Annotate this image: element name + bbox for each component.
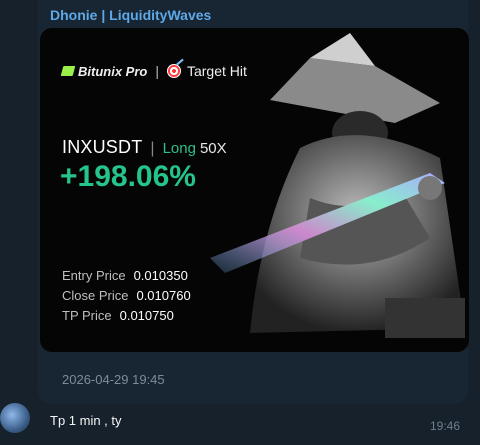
trading-pair: INXUSDT [62,137,143,157]
bitunix-logo-icon [60,66,76,76]
price-label: TP Price [62,308,112,323]
reply-message-time: 19:46 [430,419,461,433]
brand-header: Bitunix Pro | Target Hit [60,63,247,79]
price-row-entry: Entry Price 0.010350 [62,266,191,286]
user-avatar[interactable] [0,403,30,433]
brand-separator: | [155,63,159,79]
price-value: 0.010350 [133,268,188,283]
price-label: Close Price [62,288,129,303]
price-value: 0.010760 [136,288,191,303]
leverage: 50X [199,140,227,157]
position-side: Long [162,140,196,157]
price-row-close: Close Price 0.010760 [62,286,191,306]
price-label: Entry Price [62,268,126,283]
pnl-percentage: +198.06% [60,160,196,193]
reply-message-text: Tp 1 min , ty [50,413,122,428]
pair-row: INXUSDT | Long 50X [62,137,227,158]
brand-name: Bitunix Pro [78,63,148,79]
price-value: 0.010750 [119,308,174,323]
trade-card-image[interactable]: Bitunix Pro | Target Hit INXUSDT | Long … [40,28,469,352]
status-label: Target Hit [186,63,247,79]
sender-name[interactable]: Dhonie | LiquidityWaves [50,7,211,23]
pair-separator: | [150,140,155,157]
price-list: Entry Price 0.010350 Close Price 0.01076… [62,266,191,326]
target-icon [166,64,181,78]
message-timestamp: 2026-04-29 19:45 [62,372,165,387]
price-row-tp: TP Price 0.010750 [62,306,191,326]
